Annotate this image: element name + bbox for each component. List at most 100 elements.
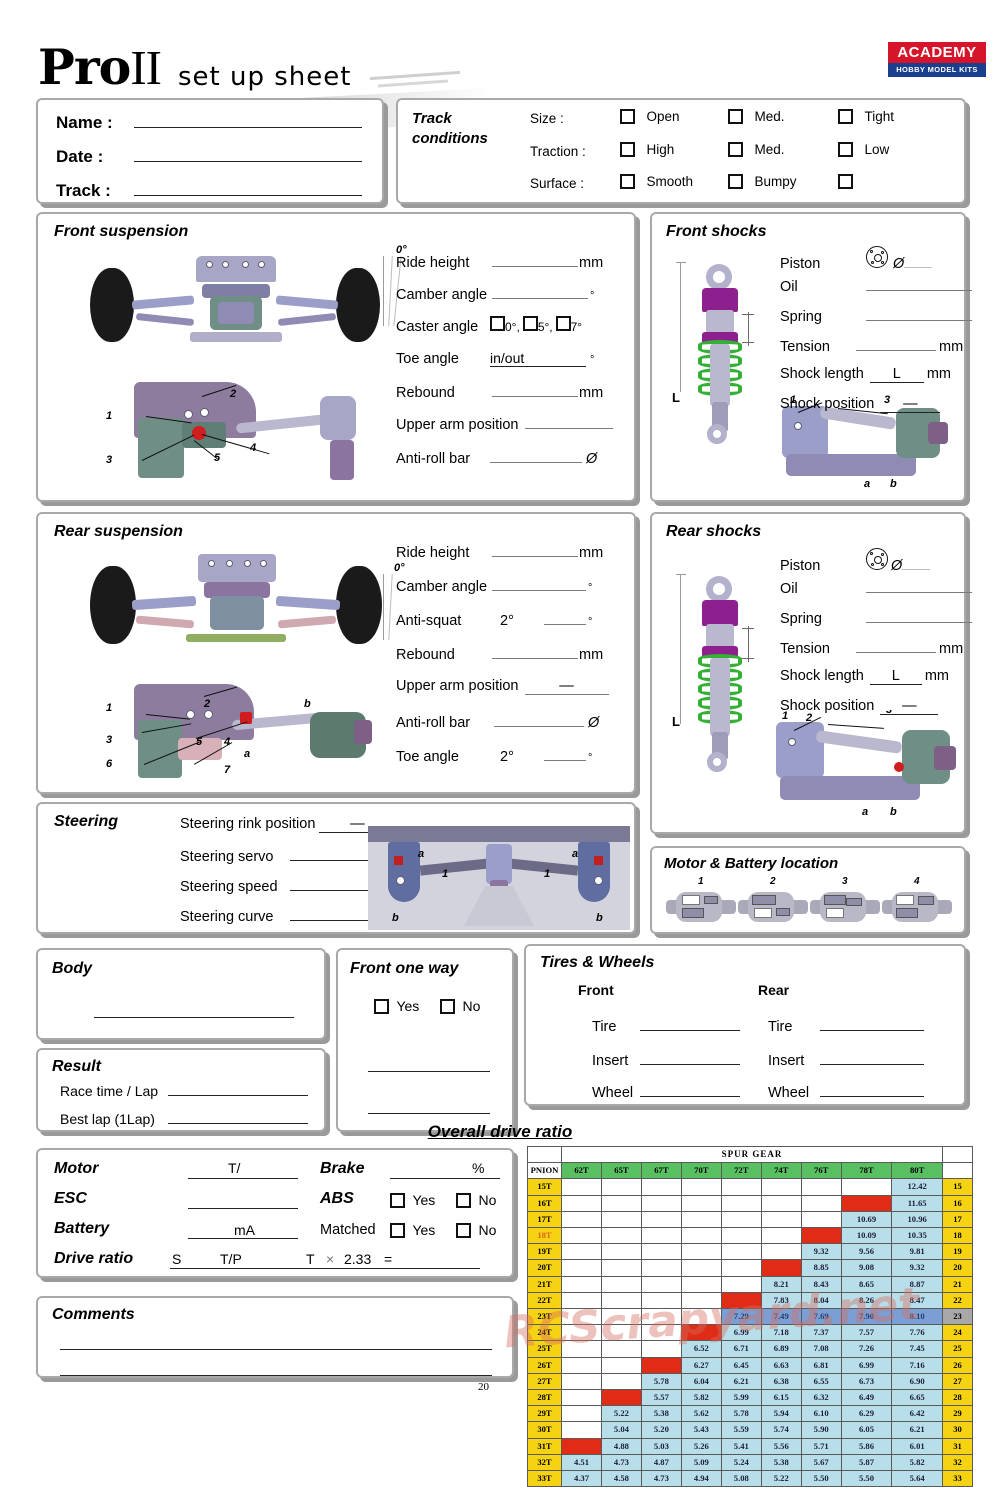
- rear-rebound-input[interactable]: [492, 644, 578, 659]
- checkbox-one-way-no[interactable]: [440, 999, 455, 1014]
- matched-no[interactable]: No: [456, 1222, 496, 1240]
- tc-size-med[interactable]: Med.: [728, 108, 784, 126]
- result-race-time-input[interactable]: [168, 1082, 308, 1096]
- checkbox-size-med[interactable]: [728, 109, 743, 124]
- tires-rear-tire-row: Tire: [768, 1016, 924, 1035]
- mb-chassis-3[interactable]: [810, 890, 880, 924]
- front-shock-spring-input[interactable]: [866, 306, 972, 321]
- checkbox-one-way-yes[interactable]: [374, 999, 389, 1014]
- tc-traction-low[interactable]: Low: [838, 141, 889, 159]
- piston-icon: [866, 548, 888, 570]
- ratio-col-header-65T: 65T: [600, 1162, 642, 1180]
- matched-yes[interactable]: Yes: [390, 1222, 435, 1240]
- date-input[interactable]: [134, 145, 362, 162]
- tc-surface-other[interactable]: [838, 173, 853, 191]
- rear-shock-length-input[interactable]: L: [869, 668, 922, 685]
- checkbox-surface-bumpy[interactable]: [728, 174, 743, 189]
- tires-rear-tire-input[interactable]: [820, 1016, 924, 1031]
- comments-line-1[interactable]: [60, 1334, 492, 1350]
- front-upper-arm-input[interactable]: [524, 414, 613, 429]
- front-shock-length-input[interactable]: L: [869, 366, 924, 383]
- tires-rear-wheel-input[interactable]: [820, 1082, 924, 1097]
- ratio-value-cell: 7.76: [891, 1324, 943, 1342]
- checkbox-size-open[interactable]: [620, 109, 635, 124]
- drive-ratio-s: S: [172, 1251, 182, 1267]
- checkbox-traction-low[interactable]: [838, 142, 853, 157]
- ratio-value-cell: 6.52: [680, 1340, 722, 1358]
- tc-traction-med[interactable]: Med.: [728, 141, 784, 159]
- brake-input[interactable]: [390, 1178, 500, 1179]
- drive-ratio-input[interactable]: [170, 1268, 480, 1269]
- front-upper-arm-label: Upper arm position: [396, 416, 519, 433]
- rear-shock-piston-input[interactable]: [902, 556, 931, 570]
- drive-ratio-table: SPUR GEAR PNION 62T 65T 67T 70T 72T 74T 76T 78T 80…: [527, 1145, 973, 1487]
- motor-battery-title: Motor & Battery location: [664, 855, 839, 872]
- front-ride-height-input[interactable]: [492, 252, 578, 267]
- tc-size-tight[interactable]: Tight: [838, 108, 894, 126]
- checkbox-surface-other[interactable]: [838, 174, 853, 189]
- front-one-way-yes[interactable]: Yes: [374, 998, 419, 1016]
- checkbox-abs-yes[interactable]: [390, 1193, 405, 1208]
- front-shock-length-unit: mm: [926, 366, 952, 382]
- front-one-way-extra-line-1[interactable]: [368, 1056, 490, 1072]
- front-shock-tension-input[interactable]: [856, 336, 936, 351]
- checkbox-abs-no[interactable]: [456, 1193, 471, 1208]
- rear-shock-position-input[interactable]: —: [880, 698, 939, 715]
- front-shock-oil-input[interactable]: [866, 276, 972, 291]
- comments-line-2[interactable]: [60, 1360, 492, 1376]
- tc-size-open[interactable]: Open: [620, 108, 679, 126]
- tc-traction-high[interactable]: High: [620, 141, 674, 159]
- checkbox-matched-no[interactable]: [456, 1223, 471, 1238]
- esc-input[interactable]: [188, 1208, 298, 1209]
- ratio-row-index-cell: 26: [942, 1356, 973, 1374]
- tc-surface-bumpy[interactable]: Bumpy: [728, 173, 796, 191]
- rear-ride-height-input[interactable]: [492, 542, 578, 557]
- battery-input[interactable]: [188, 1238, 298, 1239]
- academy-logo: ACADEMY HOBBY MODEL KITS: [888, 42, 986, 84]
- checkbox-caster-5[interactable]: [522, 316, 538, 331]
- rear-anti-roll-input[interactable]: [494, 712, 584, 727]
- track-input[interactable]: [134, 179, 362, 196]
- checkbox-matched-yes[interactable]: [390, 1223, 405, 1238]
- ratio-value-cell: [720, 1227, 762, 1245]
- drive-ratio-times: ×: [326, 1251, 335, 1267]
- rear-shock-oil-input[interactable]: [866, 578, 972, 593]
- front-shock-position-input[interactable]: —: [880, 396, 941, 413]
- checkbox-surface-smooth[interactable]: [620, 174, 635, 189]
- rear-toe-input[interactable]: [544, 746, 586, 761]
- steering-callout-b-left: b: [392, 912, 399, 924]
- front-anti-roll-input[interactable]: [490, 448, 582, 463]
- tc-surface-smooth[interactable]: Smooth: [620, 173, 693, 191]
- checkbox-caster-7[interactable]: [555, 316, 571, 331]
- front-rebound-input[interactable]: [492, 382, 578, 397]
- abs-yes[interactable]: Yes: [390, 1192, 435, 1210]
- rear-camber-input[interactable]: [492, 576, 586, 591]
- mb-chassis-2[interactable]: [738, 890, 808, 924]
- front-one-way-extra-line-2[interactable]: [368, 1098, 490, 1114]
- tires-front-insert-input[interactable]: [640, 1050, 740, 1065]
- mb-chassis-4[interactable]: [882, 890, 952, 924]
- mb-chassis-1[interactable]: [666, 890, 736, 924]
- front-camber-input[interactable]: [492, 284, 588, 299]
- checkbox-caster-0[interactable]: [490, 316, 505, 331]
- tires-rear-insert-input[interactable]: [820, 1050, 924, 1065]
- tires-front-tire-input[interactable]: [640, 1016, 740, 1031]
- checkbox-traction-high[interactable]: [620, 142, 635, 157]
- checkbox-size-tight[interactable]: [838, 109, 853, 124]
- body-input[interactable]: [94, 1002, 294, 1018]
- front-toe-input[interactable]: in/out: [490, 350, 586, 367]
- rear-shock-tension-input[interactable]: [856, 638, 936, 653]
- front-one-way-no[interactable]: No: [440, 998, 480, 1016]
- abs-no[interactable]: No: [456, 1192, 496, 1210]
- tires-front-wheel-input[interactable]: [640, 1082, 740, 1097]
- rear-shock-spring-input[interactable]: [866, 608, 972, 623]
- motor-input[interactable]: [188, 1178, 298, 1179]
- drive-ratio-equals: =: [384, 1251, 393, 1267]
- name-input[interactable]: [134, 111, 362, 128]
- rear-anti-squat-input[interactable]: [544, 610, 586, 625]
- rear-upper-arm-input[interactable]: —: [524, 678, 609, 695]
- front-shock-piston-input[interactable]: [904, 254, 933, 268]
- checkbox-traction-med[interactable]: [728, 142, 743, 157]
- rear-shock-tension-unit: mm: [939, 640, 964, 657]
- ratio-value-cell: [720, 1178, 762, 1196]
